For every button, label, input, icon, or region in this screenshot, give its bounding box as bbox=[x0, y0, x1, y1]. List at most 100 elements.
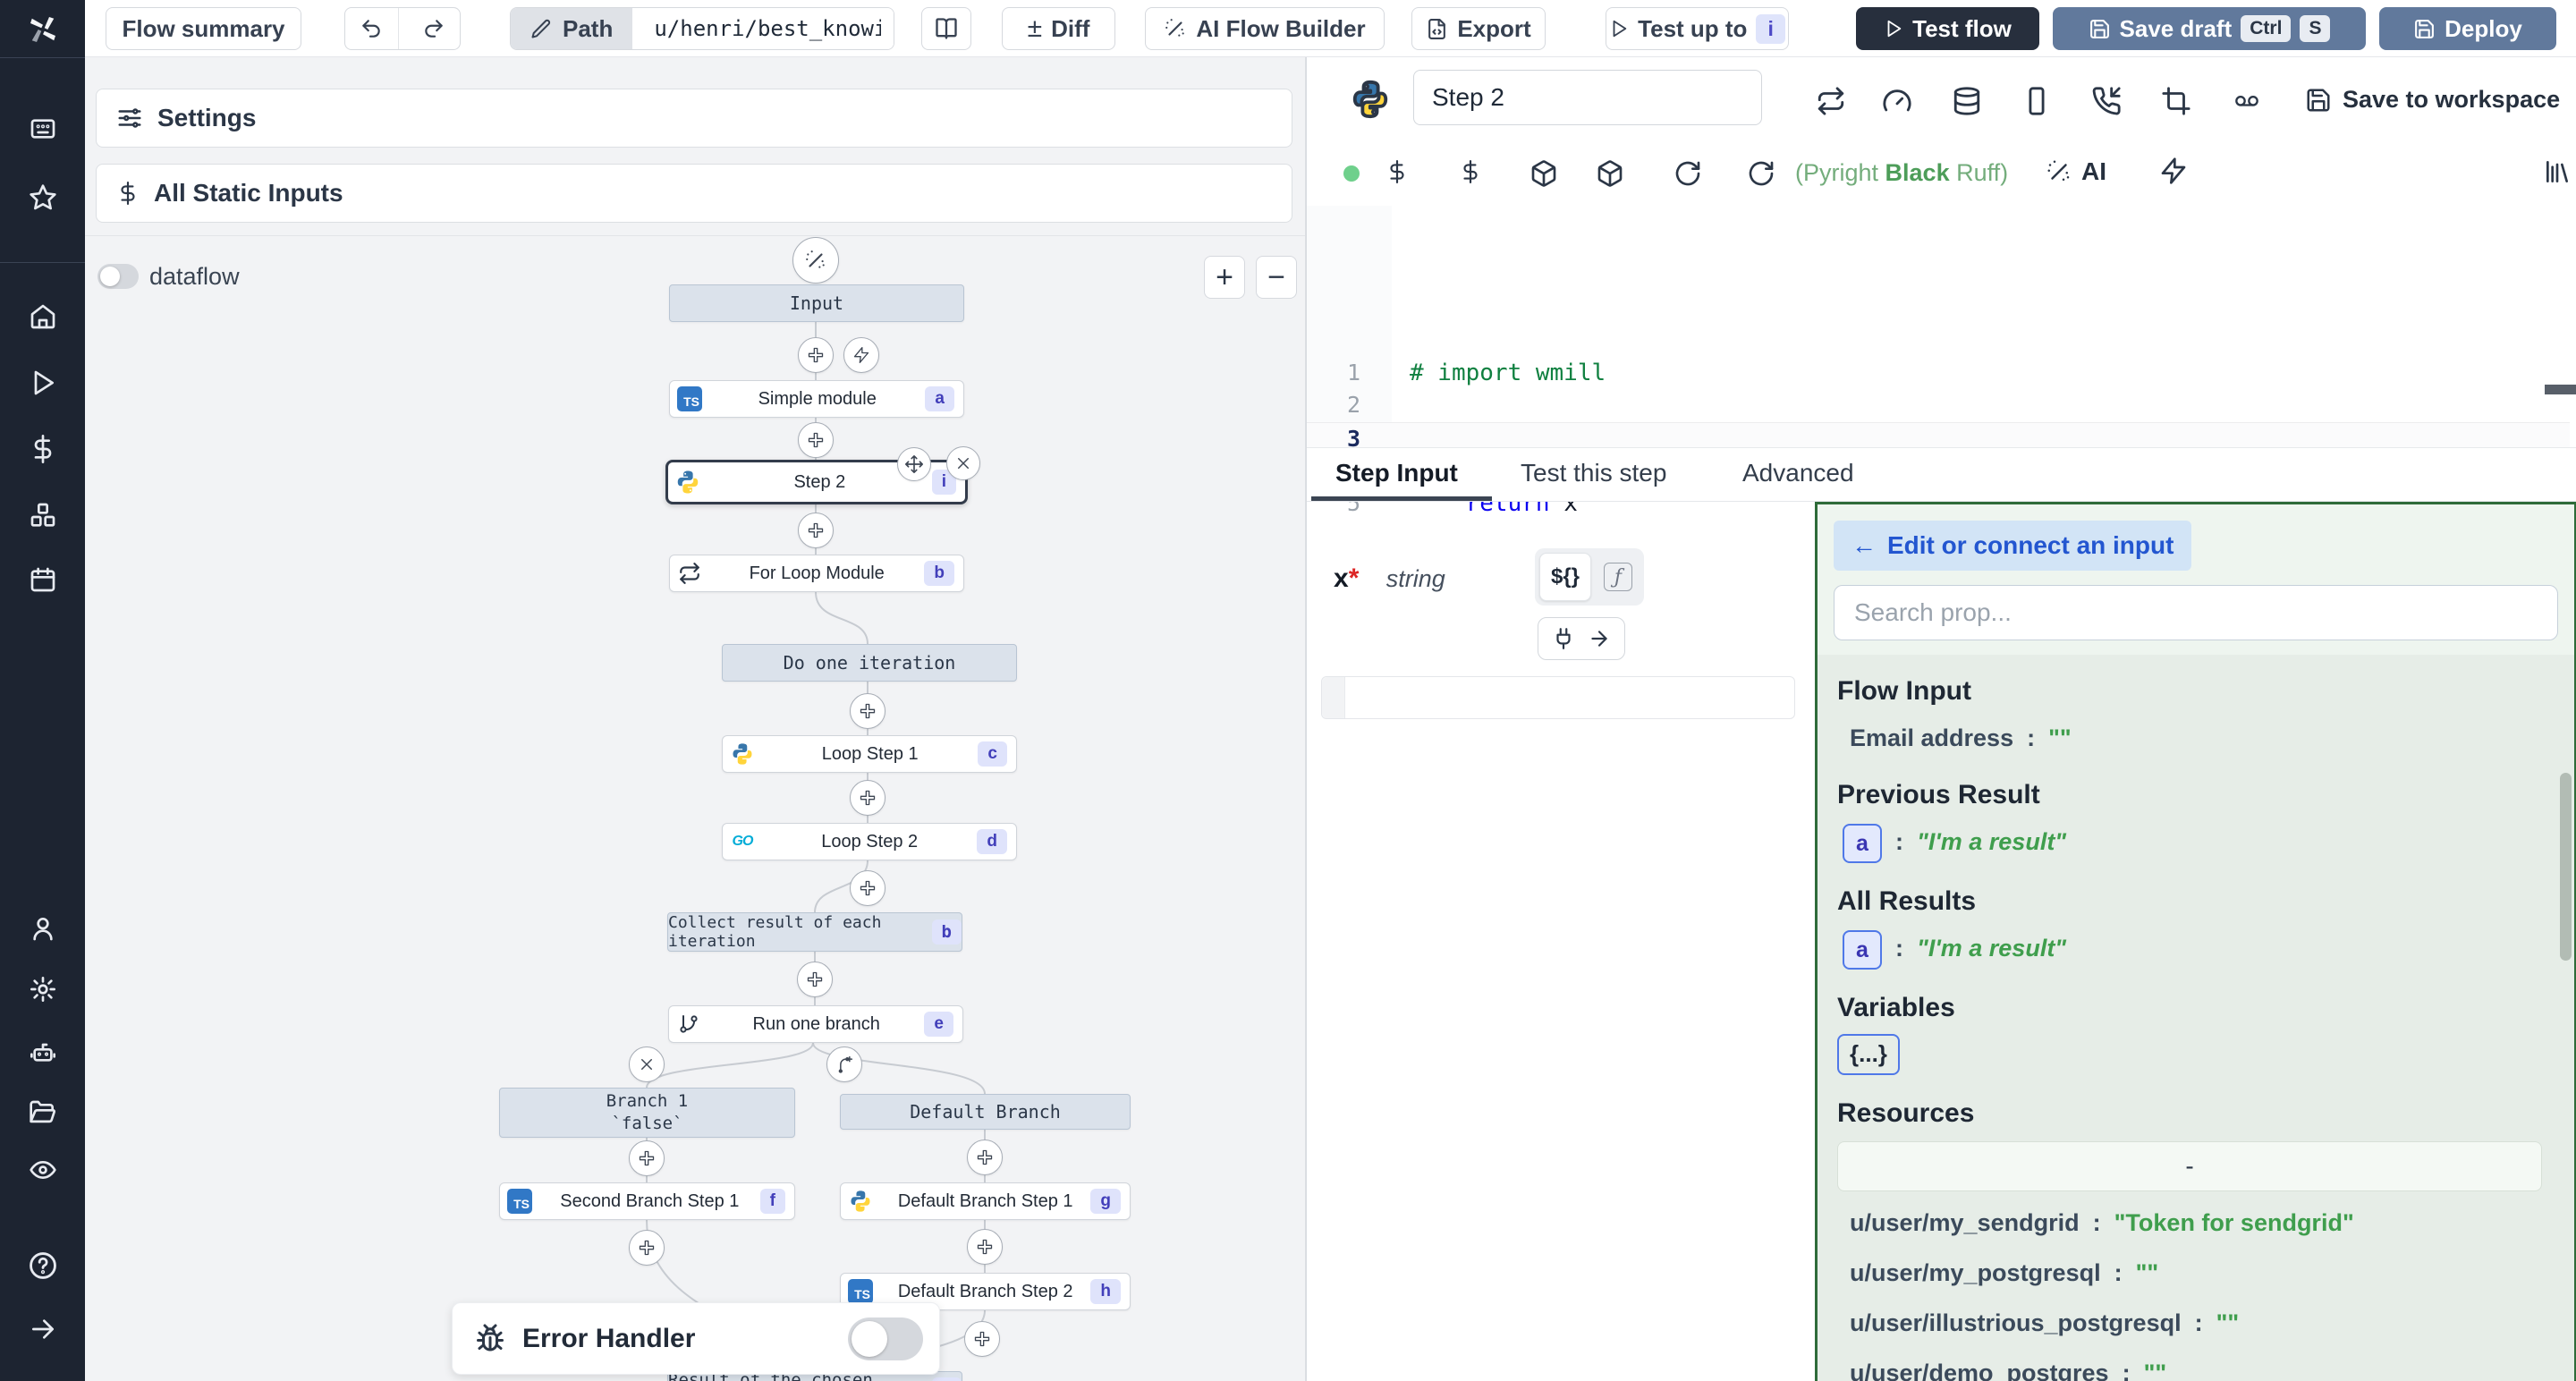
add-step-button[interactable] bbox=[797, 962, 833, 997]
favorites-star-icon[interactable] bbox=[0, 183, 85, 212]
field-value-input[interactable] bbox=[1321, 676, 1795, 719]
node-loop-step-2[interactable]: GO Loop Step 2 d bbox=[722, 823, 1017, 860]
node-branch-1[interactable]: Branch 1 `false` bbox=[499, 1088, 795, 1138]
settings-gear-icon[interactable] bbox=[0, 975, 85, 1004]
node-collect-result[interactable]: Collect result of each iteration b bbox=[667, 912, 962, 952]
ai-wand-button[interactable] bbox=[792, 237, 839, 284]
add-step-button[interactable] bbox=[850, 870, 886, 906]
variable-picker-icon[interactable] bbox=[1385, 157, 1409, 191]
add-step-button[interactable] bbox=[798, 337, 834, 373]
tab-advanced[interactable]: Advanced bbox=[1742, 459, 1854, 487]
add-step-button[interactable] bbox=[850, 693, 886, 729]
node-input[interactable]: Input bbox=[669, 284, 964, 322]
remove-branch-button[interactable] bbox=[629, 1046, 665, 1082]
template-mode-button[interactable]: ${} bbox=[1539, 553, 1591, 601]
gauge-icon[interactable] bbox=[1882, 86, 1912, 121]
path-edit-button[interactable]: Path bbox=[511, 8, 632, 49]
search-prop-input[interactable] bbox=[1834, 585, 2558, 640]
function-mode-button[interactable]: ƒ bbox=[1597, 553, 1640, 601]
home-icon[interactable] bbox=[0, 302, 85, 331]
add-step-button[interactable] bbox=[967, 1229, 1003, 1265]
back-to-edit-chip[interactable]: ← Edit or connect an input bbox=[1834, 521, 2191, 571]
node-run-one-branch[interactable]: Run one branch e bbox=[668, 1005, 963, 1043]
resource-row[interactable]: u/user/my_postgresql : "" bbox=[1850, 1254, 2542, 1292]
database-icon[interactable] bbox=[1952, 86, 1982, 121]
phone-incoming-icon[interactable] bbox=[2091, 86, 2122, 121]
test-up-to-button[interactable]: Test up to i bbox=[1606, 7, 1789, 50]
test-flow-button[interactable]: Test flow bbox=[1856, 7, 2039, 50]
redo-button[interactable] bbox=[408, 8, 461, 49]
crop-icon[interactable] bbox=[2161, 86, 2191, 121]
users-icon[interactable] bbox=[0, 914, 85, 943]
node-default-branch[interactable]: Default Branch bbox=[840, 1094, 1131, 1130]
add-step-button[interactable] bbox=[798, 422, 834, 458]
reload-icon[interactable] bbox=[1674, 159, 1702, 192]
variables-object-badge[interactable]: {...} bbox=[1837, 1034, 1900, 1075]
save-to-workspace-button[interactable]: Save to workspace bbox=[2305, 86, 2560, 114]
add-step-button[interactable] bbox=[629, 1230, 665, 1266]
flow-summary-button[interactable]: Flow summary bbox=[106, 7, 301, 50]
step-name-input[interactable] bbox=[1413, 70, 1762, 125]
apps-icon[interactable] bbox=[0, 114, 85, 143]
undo-button[interactable] bbox=[345, 8, 399, 49]
move-step-button[interactable] bbox=[897, 447, 931, 481]
export-button[interactable]: Export bbox=[1411, 7, 1546, 50]
library-icon[interactable] bbox=[2543, 157, 2572, 191]
code-assistants-label[interactable]: (Pyright Black Ruff) bbox=[1795, 159, 2008, 187]
tab-step-input[interactable]: Step Input bbox=[1335, 459, 1458, 487]
plug-icon[interactable] bbox=[1552, 627, 1575, 650]
error-handler-toggle[interactable] bbox=[848, 1317, 923, 1360]
ai-flow-builder-button[interactable]: AI Flow Builder bbox=[1145, 7, 1385, 50]
docs-button[interactable] bbox=[921, 7, 971, 50]
connect-panel-scrollbar[interactable] bbox=[2560, 773, 2572, 961]
step-a-badge[interactable]: a bbox=[1843, 824, 1882, 863]
voicemail-icon[interactable] bbox=[2231, 89, 2263, 119]
resources-icon[interactable] bbox=[0, 501, 85, 530]
package-icon[interactable] bbox=[1530, 159, 1558, 192]
reload-icon[interactable] bbox=[1747, 159, 1775, 192]
node-do-one-iteration[interactable]: Do one iteration bbox=[722, 644, 1017, 682]
collapse-arrow-icon[interactable] bbox=[0, 1315, 85, 1343]
zap-icon[interactable] bbox=[2159, 156, 2188, 191]
node-second-branch-step-1[interactable]: TS Second Branch Step 1 f bbox=[499, 1182, 795, 1220]
tab-test-this-step[interactable]: Test this step bbox=[1521, 459, 1666, 487]
add-step-button[interactable] bbox=[850, 780, 886, 816]
editor-scrollbar-thumb[interactable] bbox=[2545, 385, 2576, 394]
runs-icon[interactable] bbox=[0, 369, 85, 397]
windmill-logo[interactable] bbox=[0, 11, 85, 48]
save-draft-button[interactable]: Save draft Ctrl S bbox=[2053, 7, 2366, 50]
package-icon[interactable] bbox=[1596, 159, 1624, 192]
zoom-out-button[interactable]: − bbox=[1256, 256, 1297, 299]
help-icon[interactable] bbox=[0, 1250, 85, 1281]
prop-row-previous-result[interactable]: a : "I'm a result" bbox=[1843, 823, 2542, 863]
resource-row[interactable]: u/user/illustrious_postgresql : "" bbox=[1850, 1304, 2542, 1342]
add-step-button[interactable] bbox=[798, 513, 834, 548]
path-input[interactable] bbox=[641, 8, 894, 49]
resource-picker-icon[interactable] bbox=[1459, 157, 1482, 191]
delete-step-button[interactable] bbox=[946, 446, 980, 480]
add-trigger-button[interactable] bbox=[843, 337, 879, 373]
node-for-loop-module[interactable]: For Loop Module b bbox=[669, 555, 964, 592]
schedules-icon[interactable] bbox=[0, 565, 85, 594]
diff-button[interactable]: ± Diff bbox=[1002, 7, 1115, 50]
code-editor[interactable]: 1 2 3 4 5 # import wmill def main(x: str… bbox=[1307, 206, 2576, 447]
resource-row[interactable]: u/user/my_sendgrid : "Token for sendgrid… bbox=[1850, 1204, 2542, 1241]
add-step-button[interactable] bbox=[967, 1140, 1003, 1175]
arrow-right-icon[interactable] bbox=[1588, 627, 1611, 650]
resources-filter-box[interactable]: - bbox=[1837, 1141, 2542, 1191]
resource-row[interactable]: u/user/demo_postgres : "" bbox=[1850, 1354, 2542, 1381]
add-branch-button[interactable] bbox=[826, 1046, 862, 1082]
ai-assistant-button[interactable]: AI bbox=[2046, 157, 2106, 186]
variables-icon[interactable] bbox=[0, 435, 85, 463]
smartphone-icon[interactable] bbox=[2021, 86, 2052, 121]
node-default-branch-step-1[interactable]: Default Branch Step 1 g bbox=[840, 1182, 1131, 1220]
workers-robot-icon[interactable] bbox=[0, 1038, 85, 1066]
prop-row-all-results[interactable]: a : "I'm a result" bbox=[1843, 929, 2542, 970]
audit-eye-icon[interactable] bbox=[0, 1156, 85, 1184]
node-loop-step-1[interactable]: Loop Step 1 c bbox=[722, 735, 1017, 773]
repeat-icon[interactable] bbox=[1816, 86, 1846, 121]
folders-icon[interactable] bbox=[0, 1098, 85, 1127]
deploy-button[interactable]: Deploy bbox=[2379, 7, 2556, 50]
add-step-button[interactable] bbox=[629, 1140, 665, 1176]
prop-row-email[interactable]: Email address : "" bbox=[1850, 719, 2542, 757]
